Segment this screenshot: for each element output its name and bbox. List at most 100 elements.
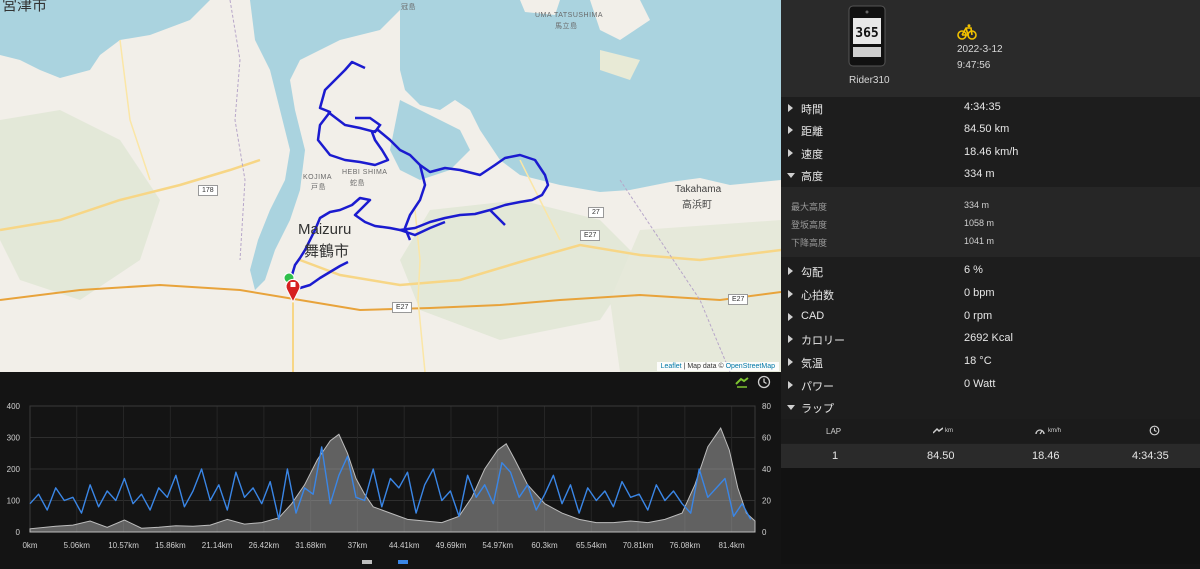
max-altitude-label: 最大高度 [791,202,828,212]
road-shield-e27-c: E27 [728,294,749,305]
expand-triangle-icon [788,313,793,321]
stat-label: CAD [801,310,825,322]
stat-label: 気温 [801,358,823,370]
stat-row-temperature[interactable]: 気温 18 °C [781,351,1200,373]
stat-label: 心拍数 [801,290,834,302]
expand-triangle-icon [788,381,793,389]
map-label-uma-jp: 馬立島 [555,23,578,30]
stat-row-grade[interactable]: 勾配 6 % [781,260,1200,282]
chart-svg[interactable]: 0 100 200 300 400 0 20 40 60 80 0km 5.06km 10.57km 15… [0,392,781,564]
left-tick-label: 300 [7,434,21,443]
map-label-hebi-en: HEBI SHIMA [342,169,388,176]
x-tick-label: 60.3km [531,541,558,550]
stat-row-calories[interactable]: カロリー 2692 Kcal [781,328,1200,350]
stat-value: 334 m [964,168,995,180]
km-unit: km [945,428,953,434]
x-tick-label: 76.08km [669,541,700,550]
profile-chart[interactable]: 0 100 200 300 400 0 20 40 60 80 0km 5.06km 10.57km 15… [0,392,781,564]
x-tick-label: 26.42km [249,541,280,550]
stat-row-heart-rate[interactable]: 心拍数 0 bpm [781,283,1200,305]
lap-row[interactable]: 1 84.50 18.46 4:34:35 [781,444,1200,468]
speed-line [29,446,752,521]
lap-distance: 84.50 [927,450,955,462]
stat-label: 勾配 [801,267,823,279]
leaflet-link[interactable]: Leaflet [661,363,682,370]
x-tick-label: 49.69km [436,541,467,550]
map-label-kanmuri: 冠島 [401,4,416,11]
x-tick-label: 65.54km [576,541,607,550]
stat-row-time[interactable]: 時間 4:34:35 [781,97,1200,119]
climb-value: 1058 m [964,218,995,228]
expand-triangle-icon [788,126,793,134]
stat-value: 0 Watt [964,378,996,390]
road-shield-178: 178 [198,185,218,196]
stat-row-speed[interactable]: 速度 18.46 km/h [781,142,1200,164]
stat-value: 6 % [964,264,983,276]
stat-value: 18.46 km/h [964,146,1019,158]
stat-value: 0 bpm [964,287,995,299]
stat-row-cadence[interactable]: CAD 0 rpm [781,306,1200,328]
device-icon: 365 [848,5,886,67]
x-tick-label: 31.68km [295,541,326,550]
map-label-takahama-jp: 高浜町 [682,200,712,211]
x-tick-label: 70.81km [623,541,654,550]
x-tick-label: 21.14km [202,541,233,550]
legend-swatch-altitude [362,560,372,564]
route-map[interactable]: 宮津市 Maizuru 舞鶴市 KOJIMA 戸島 HEBI SHIMA 蛇島 … [0,0,781,372]
stat-row-laps[interactable]: ラップ [781,396,1200,418]
legend-swatch-speed [398,560,408,564]
lap-col-header: LAP [826,427,842,436]
stat-value: 0 rpm [964,310,993,322]
stat-row-altitude[interactable]: 高度 334 m [781,164,1200,186]
x-tick-label: 5.06km [64,541,91,550]
altitude-detail: 最大高度 334 m 登坂高度 1058 m 下降高度 1041 m [781,187,1200,257]
lap-table-header: LAP km km/h [781,419,1200,443]
descent-label: 下降高度 [791,238,828,248]
collapse-triangle-icon [787,405,795,410]
app-root: 宮津市 Maizuru 舞鶴市 KOJIMA 戸島 HEBI SHIMA 蛇島 … [0,0,1200,564]
map-canvas[interactable] [0,0,781,372]
x-tick-label: 81.4km [718,541,745,550]
right-tick-label: 80 [762,402,771,411]
left-tick-label: 200 [7,465,21,474]
descent-value: 1041 m [964,236,995,246]
map-label-miyazu: 宮津市 [2,0,48,14]
road-shield-e27-b: E27 [392,302,413,313]
osm-link[interactable]: OpenStreetMap [726,363,775,370]
map-label-kojima-en: KOJIMA [303,174,333,181]
stat-label: 時間 [801,104,823,116]
expand-triangle-icon [788,267,793,275]
map-label-hebi-jp: 蛇島 [350,180,365,187]
lap-table-empty [781,468,1200,564]
activity-time: 9:47:56 [957,60,991,71]
distance-icon [933,427,943,434]
device-screen-number: 365 [855,26,878,41]
lap-time: 4:34:35 [1132,450,1169,462]
map-label-uma-en: UMA TATSUSHIMA [535,12,604,19]
kmh-unit: km/h [1048,428,1062,434]
map-label-takahama-en: Takahama [675,184,722,195]
x-tick-label: 37km [348,541,368,550]
clock-icon[interactable] [757,375,771,389]
expand-triangle-icon [788,104,793,112]
stat-row-distance[interactable]: 距離 84.50 km [781,119,1200,141]
x-tick-label: 44.41km [389,541,420,550]
device-header: 365 Rider310 2022-3-12 9:47:56 [781,0,1200,97]
left-tick-label: 100 [7,497,21,506]
bike-speed-icon[interactable] [735,375,749,389]
expand-triangle-icon [788,290,793,298]
stat-value: 84.50 km [964,123,1010,135]
x-tick-label: 0km [22,541,37,550]
expand-triangle-icon [788,149,793,157]
stat-label: 速度 [801,149,823,161]
lap-number: 1 [832,450,839,462]
stat-label: カロリー [801,335,845,347]
lap-time-icon [1149,425,1160,436]
stat-row-power[interactable]: パワー 0 Watt [781,374,1200,396]
expand-triangle-icon [788,335,793,343]
activity-date: 2022-3-12 [957,44,1003,55]
map-label-maizuru-jp: 舞鶴市 [304,243,350,260]
stat-value: 2692 Kcal [964,332,1013,344]
attribution-sep: | Map data © [681,363,726,370]
collapse-triangle-icon [787,173,795,178]
